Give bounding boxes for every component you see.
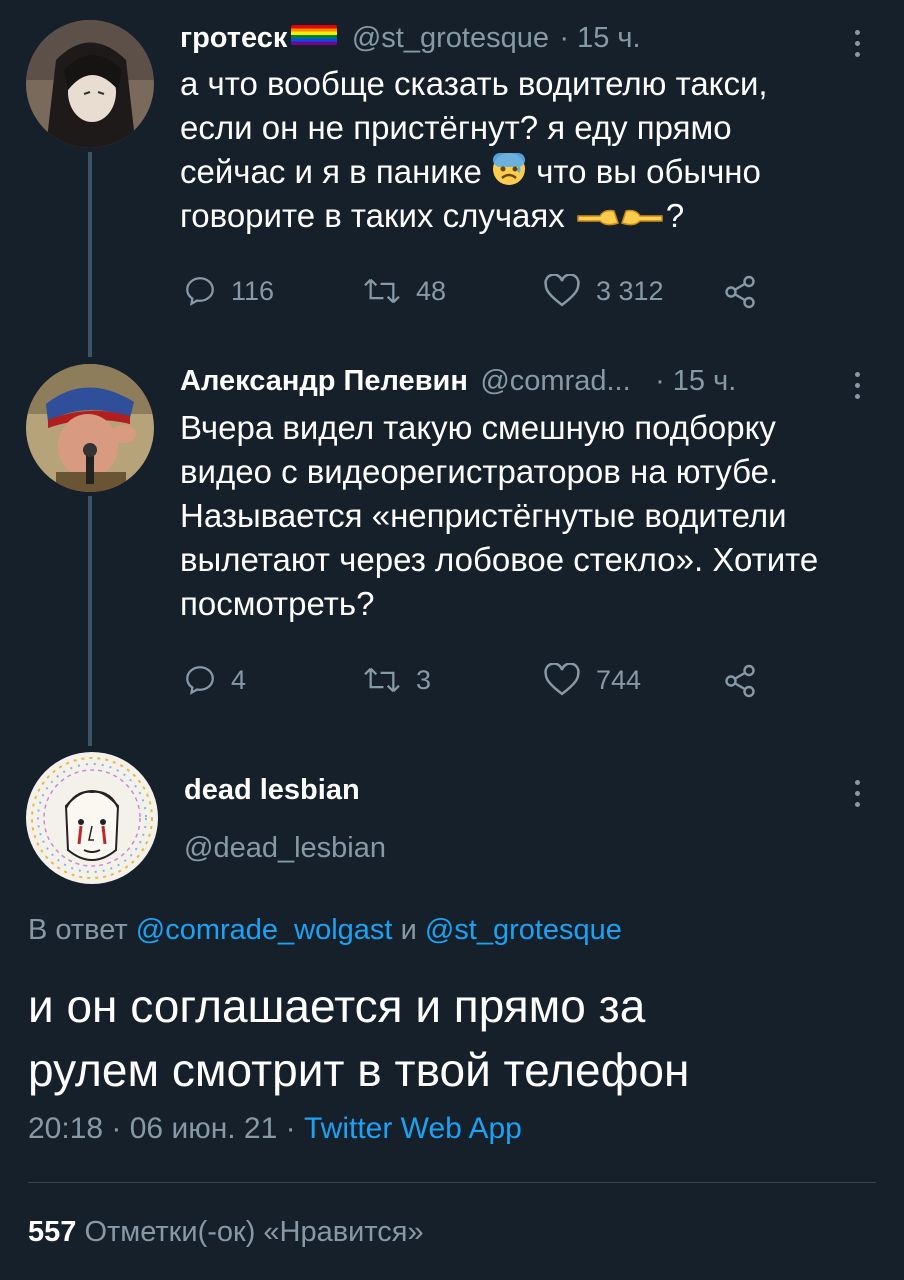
more-options-icon[interactable] (855, 780, 861, 810)
reply-button[interactable]: 116 (183, 274, 274, 308)
tweet-time[interactable]: · 15 ч. (655, 365, 736, 397)
tweet2-header: Александр Пелевин @comrad... · 15 ч. (180, 365, 736, 398)
likes-summary[interactable]: 557 Отметки(-ок) «Нравится» (28, 1216, 424, 1249)
share-icon (725, 664, 755, 698)
timestamp[interactable]: 20:18 · 06 июн. 21 · (28, 1112, 296, 1145)
reply-icon (186, 666, 214, 695)
avatar-comrade[interactable] (26, 364, 154, 492)
heart-icon (544, 274, 580, 307)
tweet-meta: 20:18 · 06 июн. 21 · Twitter Web App (28, 1112, 522, 1146)
retweet-button[interactable]: 48 (362, 274, 446, 308)
text-line: сейчас и я в панике что вы обычно (180, 153, 761, 190)
pointing-fingers-emoji-icon (577, 209, 663, 226)
source-link[interactable]: Twitter Web App (304, 1112, 522, 1145)
tweet2-text: Вчера видел такую смешную подборку видео… (180, 406, 870, 626)
thread-line-2 (88, 496, 92, 746)
author-name[interactable]: dead lesbian (184, 774, 360, 807)
reply-context: В ответ @comrade_wolgast и @st_grotesque (28, 914, 622, 947)
anxious-face-emoji-icon (493, 153, 526, 185)
text-line: вылетают через лобовое стекло». Хотите (180, 541, 819, 578)
like-button[interactable]: 744 (542, 663, 641, 697)
text-line: говорите в таких случаях ? (180, 197, 685, 234)
tweet1-text: а что вообще сказать водителю такси, есл… (180, 62, 860, 238)
retweet-icon (364, 278, 400, 304)
text-line: видео с видеорегистраторов на ютубе. (180, 453, 779, 490)
text-line: Называется «непристёгнутые водители (180, 497, 787, 534)
reply-prefix: В ответ (28, 914, 128, 946)
avatar-st-grotesque[interactable] (26, 20, 154, 148)
heart-icon (544, 663, 580, 696)
reply-count: 116 (231, 275, 275, 306)
retweet-button[interactable]: 3 (362, 663, 431, 697)
thread-line-1 (88, 152, 92, 357)
tweet1-header: гротеск @st_grotesque · 15 ч. (180, 22, 641, 55)
likes-count: 557 (28, 1216, 77, 1248)
like-button[interactable]: 3 312 (542, 274, 664, 308)
retweet-icon (364, 667, 400, 693)
share-button[interactable] (722, 274, 772, 310)
text-line: рулем смотрит в твой телефон (28, 1044, 690, 1096)
divider (28, 1182, 876, 1183)
share-button[interactable] (722, 663, 772, 699)
reply-conjunction: и (400, 914, 417, 946)
author-handle[interactable]: @comrad... (480, 365, 630, 397)
more-options-icon[interactable] (855, 30, 861, 60)
like-count: 3 312 (596, 275, 664, 306)
retweet-count: 3 (416, 664, 432, 695)
rainbow-flag-icon (291, 25, 338, 45)
reply-button[interactable]: 4 (183, 663, 246, 697)
author-name[interactable]: Александр Пелевин (180, 365, 468, 397)
reply-icon (186, 277, 214, 306)
text-line: и он соглашается и прямо за (28, 980, 646, 1032)
avatar-dead-lesbian[interactable] (26, 752, 158, 884)
retweet-count: 48 (416, 275, 447, 306)
author-handle[interactable]: @st_grotesque (352, 22, 549, 54)
text-line: если он не пристёгнут? я еду прямо (180, 109, 732, 146)
reply-count: 4 (231, 664, 247, 695)
more-options-icon[interactable] (855, 372, 861, 402)
mention-link[interactable]: @comrade_wolgast (136, 914, 393, 946)
text-line: Вчера видел такую смешную подборку (180, 409, 776, 446)
share-icon (725, 275, 755, 309)
main-tweet-text: и он соглашается и прямо за рулем смотри… (28, 974, 689, 1102)
text-line: посмотреть? (180, 585, 375, 622)
author-handle[interactable]: @dead_lesbian (184, 832, 386, 865)
tweet-time[interactable]: · 15 ч. (559, 22, 640, 54)
like-count: 744 (596, 664, 642, 695)
mention-link[interactable]: @st_grotesque (425, 914, 622, 946)
likes-label: Отметки(-ок) «Нравится» (84, 1216, 424, 1248)
text-line: а что вообще сказать водителю такси, (180, 65, 768, 102)
author-name[interactable]: гротеск (180, 22, 287, 54)
